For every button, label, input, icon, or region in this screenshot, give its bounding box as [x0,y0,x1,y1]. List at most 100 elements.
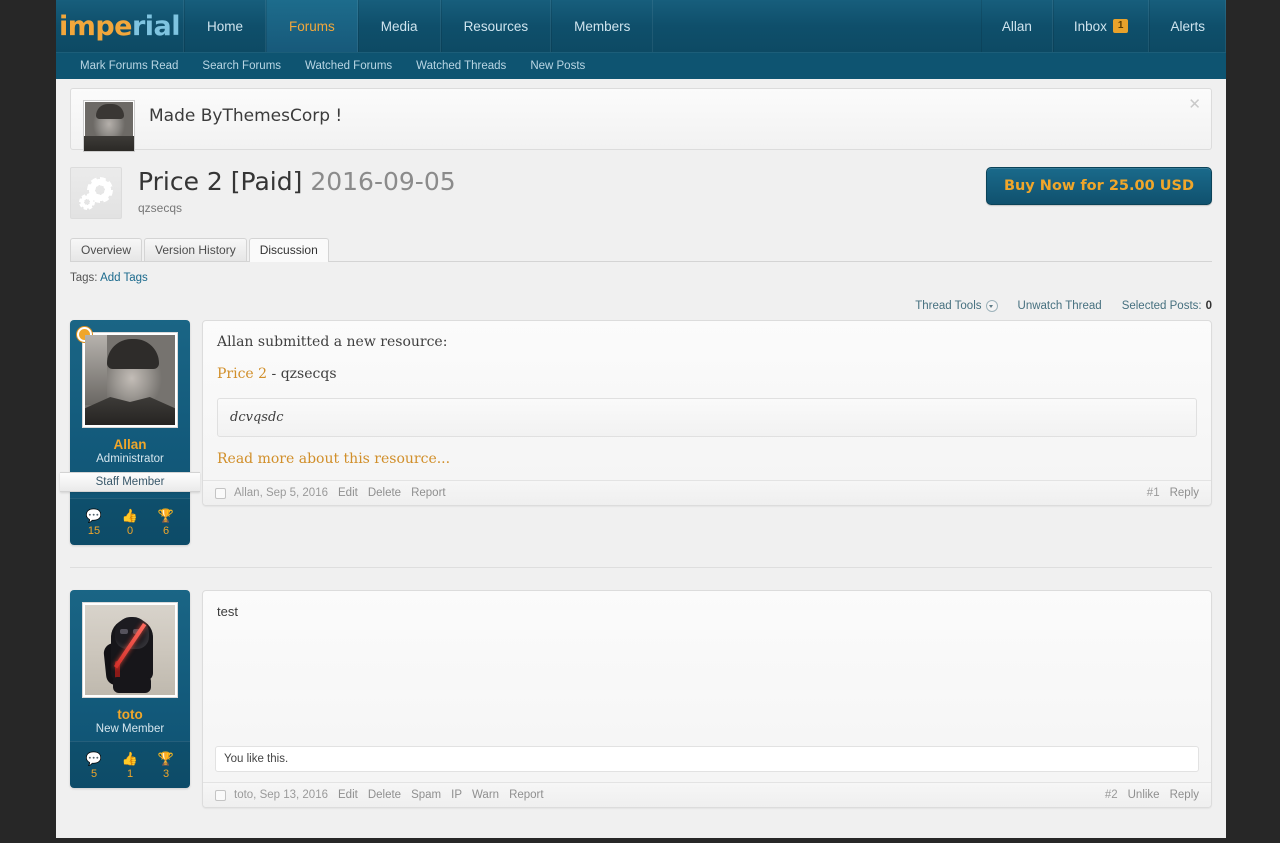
post-quote: dcvqsdc [217,398,1197,437]
post-intro-text: Allan submitted a new resource: [217,334,448,350]
edit-link[interactable]: Edit [338,487,358,499]
post-number: #2 [1104,789,1118,801]
nav-item-inbox[interactable]: Inbox 1 [1052,0,1150,52]
stat-value: 3 [162,768,170,780]
post-resource-line: Price 2 - qzsecqs [217,366,1197,382]
trophy-icon: 🏆 [157,751,175,766]
unwatch-thread-label: Unwatch Thread [1017,300,1102,312]
resource-author: qzsecqs [280,366,337,382]
subnav-item-search-forums[interactable]: Search Forums [190,60,293,72]
nav-item-home[interactable]: Home [184,0,267,52]
resource-name: Price 2 [Paid] [138,167,303,196]
stat-value: 1 [126,768,134,780]
site-logo[interactable]: imperial [56,0,184,52]
subnav-item-watched-threads[interactable]: Watched Threads [404,60,518,72]
nav-label: Resources [463,18,529,34]
selected-posts-label: Selected Posts: [1121,300,1202,312]
nav-item-media[interactable]: Media [357,0,441,52]
edit-link[interactable]: Edit [338,789,358,801]
stat-messages: 💬 15 [85,508,103,538]
logo-text-part1: impe [58,10,133,42]
delete-link[interactable]: Delete [368,487,401,499]
primary-nav: Home Forums Media Resources Members [184,0,654,52]
post-body: test [203,591,1211,746]
close-icon[interactable]: ✕ [1188,97,1201,112]
site-notice: Made ByThemesCorp ! ✕ [70,88,1212,152]
thread-tools-bar: Thread Tools Unwatch Thread Selected Pos… [70,300,1212,320]
nav-label: Media [380,18,418,34]
delete-link[interactable]: Delete [368,789,401,801]
add-tags-link[interactable]: Add Tags [100,272,148,284]
warn-link[interactable]: Warn [472,789,499,801]
messages-icon: 💬 [85,508,103,523]
nav-label: Forums [289,18,335,34]
report-link[interactable]: Report [411,487,446,499]
report-link[interactable]: Report [509,789,544,801]
like-bar: You like this. [215,746,1199,772]
post-text: test [217,604,238,619]
resource-subtitle: qzsecqs [138,200,183,215]
resource-date: 2016-09-05 [310,167,456,196]
post-user-panel: toto New Member 💬 5 👍 1 🏆 3 [70,590,190,788]
ip-link[interactable]: IP [451,789,462,801]
post-username[interactable]: Allan [70,437,190,452]
likes-icon: 👍 [121,751,139,766]
post-body: Allan submitted a new resource: Price 2 … [203,321,1211,480]
subnav-item-mark-forums-read[interactable]: Mark Forums Read [68,60,190,72]
stat-value: 15 [87,525,101,537]
tab-version-history[interactable]: Version History [144,238,247,261]
avatar[interactable] [82,332,178,428]
user-stats: 💬 15 👍 0 🏆 6 [70,498,190,545]
subnav-item-watched-forums[interactable]: Watched Forums [293,60,404,72]
read-more-link[interactable]: Read more about this resource... [217,451,1197,467]
reply-link[interactable]: Reply [1170,789,1199,801]
stat-likes: 👍 0 [121,508,139,538]
main-navbar: imperial Home Forums Media Resources Mem… [56,0,1226,52]
stat-value: 5 [90,768,98,780]
nav-item-forums[interactable]: Forums [266,0,358,52]
nav-item-resources[interactable]: Resources [440,0,552,52]
post-meta: toto, Sep 13, 2016 [234,789,328,801]
avatar[interactable] [82,602,178,698]
post-user-title: New Member [95,723,165,735]
unwatch-thread-button[interactable]: Unwatch Thread [1018,300,1102,312]
nav-item-members[interactable]: Members [551,0,654,52]
post-item: toto New Member 💬 5 👍 1 🏆 3 test You lik… [70,590,1212,808]
buy-now-button[interactable]: Buy Now for 25.00 USD [985,167,1212,205]
nav-item-alerts[interactable]: Alerts [1149,0,1226,52]
resource-link[interactable]: Price 2 [217,366,267,382]
tab-discussion[interactable]: Discussion [248,238,329,262]
stat-value: 0 [126,525,134,537]
post-number: #1 [1146,487,1160,499]
post-select-checkbox[interactable] [215,487,226,499]
post-list: Allan Administrator Staff Member 💬 15 👍 … [60,320,1212,808]
thread-tools-button[interactable]: Thread Tools [915,300,998,312]
resource-header: Price 2 [Paid] 2016-09-05 qzsecqs Buy No… [70,167,1212,219]
secondary-navbar: Mark Forums Read Search Forums Watched F… [56,52,1226,79]
post-footer-right: #2 Unlike Reply [1095,789,1199,801]
unlike-link[interactable]: Unlike [1128,789,1160,801]
post-footer-right: #1 Reply [1137,487,1199,499]
resource-dash: - [267,366,281,382]
selected-posts-count: 0 [1205,300,1212,312]
post-select-checkbox[interactable] [215,789,226,801]
post-username[interactable]: toto [70,707,190,722]
selected-posts-indicator: Selected Posts: 0 [1122,300,1212,312]
nav-label: Alerts [1170,18,1205,34]
thread-tools-label: Thread Tools [915,300,982,312]
subnav-item-new-posts[interactable]: New Posts [518,60,597,72]
stat-trophies: 🏆 3 [157,751,175,781]
notice-text: Made ByThemesCorp ! [149,106,343,126]
spam-link[interactable]: Spam [411,789,441,801]
tags-row: Tags: Add Tags [70,272,1212,284]
post-user-panel: Allan Administrator Staff Member 💬 15 👍 … [60,320,200,545]
nav-item-account[interactable]: Allan [980,0,1053,52]
tab-overview[interactable]: Overview [70,238,143,261]
nav-label: Allan [1001,18,1032,34]
messages-icon: 💬 [85,751,103,766]
reply-link[interactable]: Reply [1170,487,1199,499]
stat-value: 6 [162,525,170,537]
likes-icon: 👍 [121,508,139,523]
stat-likes: 👍 1 [121,751,139,781]
post-message-box: test You like this. toto, Sep 13, 2016 E… [202,590,1212,808]
